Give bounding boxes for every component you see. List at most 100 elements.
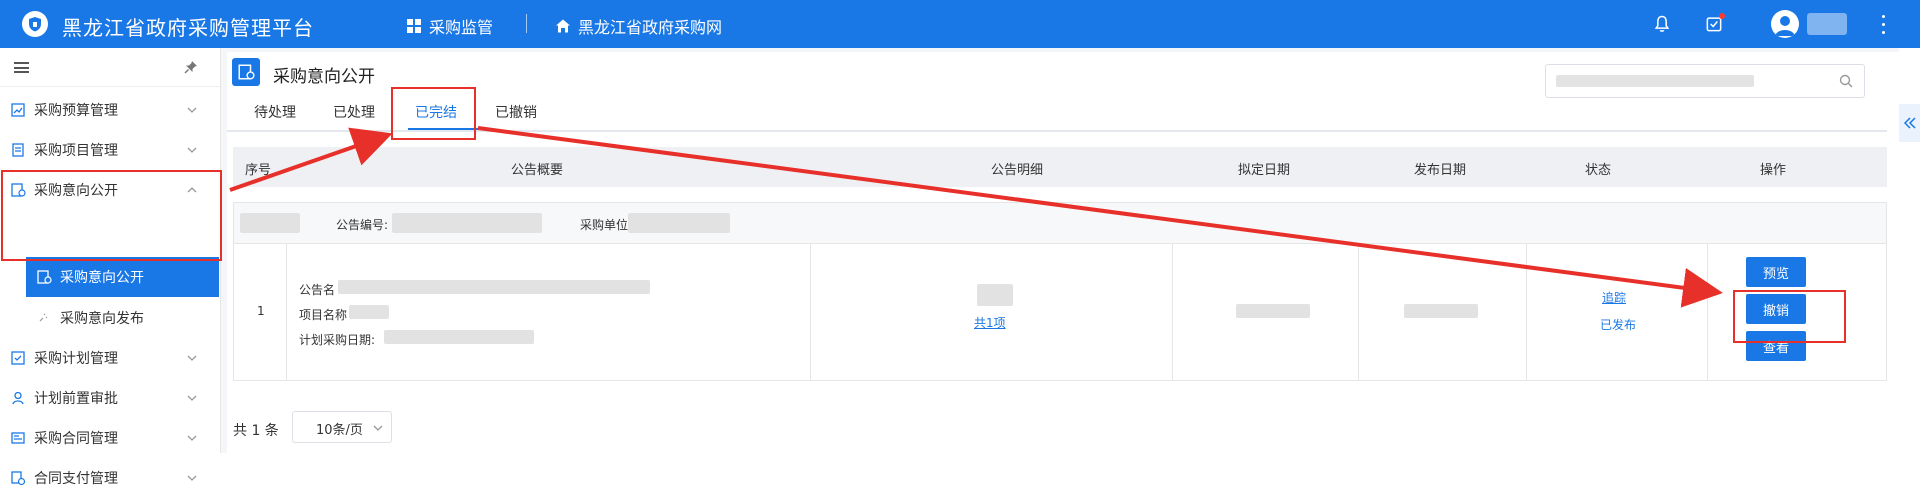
contract-icon	[11, 432, 25, 444]
sidebar-subitem-label: 采购意向发布	[60, 311, 144, 327]
search-icon[interactable]	[1838, 73, 1854, 89]
tab-revoked[interactable]: 已撤销	[495, 102, 537, 122]
sidebar-subitem-intention-publish[interactable]: 采购意向发布	[26, 298, 219, 338]
sidebar-item-budget[interactable]: 采购预算管理	[0, 90, 220, 130]
status-tabs: 待处理 已处理 已完结 已撤销	[227, 92, 1887, 132]
sidebar-item-plan[interactable]: 采购计划管理	[0, 338, 220, 378]
nav-website-label: 黑龙江省政府采购网	[578, 18, 723, 37]
pin-icon[interactable]	[184, 60, 198, 74]
redacted-text	[240, 213, 300, 233]
notice-name-label: 公告名	[299, 283, 336, 297]
notice-icon	[37, 270, 52, 284]
user-icon	[12, 391, 24, 405]
sidebar-item-payment[interactable]: 合同支付管理	[0, 458, 220, 498]
nav-supervision[interactable]: 采购监管	[406, 14, 493, 38]
payment-icon	[11, 471, 26, 486]
redacted-text	[384, 330, 534, 344]
preview-button[interactable]: 预览	[1746, 257, 1806, 287]
row-group-header: 公告编号: 采购单位	[234, 203, 1886, 244]
sidebar-item-contract[interactable]: 采购合同管理	[0, 418, 220, 458]
plan-date-label: 计划采购日期:	[299, 333, 376, 347]
notification-dot	[1719, 13, 1725, 19]
project-name-label: 项目名称	[299, 308, 348, 322]
sidebar-subitem-intention-public[interactable]: 采购意向公开	[26, 257, 219, 297]
track-link[interactable]: 追踪	[1602, 289, 1626, 306]
column-header: 公告明细	[991, 163, 1044, 178]
chevron-down-icon	[373, 425, 383, 431]
column-divider	[810, 244, 811, 380]
sidebar-header	[0, 48, 220, 87]
table-header: 序号 公告概要 公告明细 拟定日期 发布日期 状态 操作	[233, 147, 1887, 187]
status-badge: 已发布	[1600, 318, 1637, 332]
redacted-text	[349, 305, 389, 319]
annotation-box-revoke	[1733, 290, 1846, 343]
chevron-down-icon	[187, 395, 197, 401]
redacted-text	[392, 213, 542, 233]
sidebar-item-label: 采购项目管理	[34, 143, 118, 159]
row-index: 1	[257, 304, 265, 318]
sidebar-subitem-label: 采购意向公开	[60, 270, 144, 286]
redacted-text	[338, 280, 650, 294]
chart-icon	[11, 103, 25, 117]
document-icon	[12, 143, 24, 157]
app-title: 黑龙江省政府采购管理平台	[62, 16, 314, 40]
checklist-icon	[11, 351, 25, 365]
redacted-date	[1404, 304, 1478, 318]
chevron-down-icon	[187, 475, 197, 481]
chevron-down-icon	[187, 107, 197, 113]
more-vertical-icon[interactable]	[1879, 12, 1887, 36]
redacted-text	[628, 213, 730, 233]
purchasing-unit-label: 采购单位	[580, 218, 629, 232]
chevron-down-icon	[187, 435, 197, 441]
page-size-select[interactable]: 10条/页	[292, 411, 392, 443]
sidebar-item-project[interactable]: 采购项目管理	[0, 130, 220, 170]
top-bar: 黑龙江省政府采购管理平台 采购监管 黑龙江省政府采购网	[0, 0, 1920, 48]
column-header: 状态	[1585, 163, 1612, 178]
logo-icon	[22, 11, 48, 37]
column-divider	[286, 244, 287, 380]
detail-link[interactable]: 共1项	[974, 314, 1006, 331]
redacted-date	[1236, 304, 1310, 318]
tab-processed[interactable]: 已处理	[333, 102, 375, 122]
annotation-box-tab	[391, 87, 476, 140]
column-divider	[1526, 244, 1527, 380]
page-notice-icon	[232, 58, 260, 86]
column-divider	[1707, 244, 1708, 380]
sidebar-item-label: 采购计划管理	[34, 351, 118, 367]
content-card: 采购意向公开 待处理 已处理 已完结 已撤销 序号 公告概要 公告明细 拟定日期…	[227, 52, 1899, 453]
sidebar-item-label: 采购合同管理	[34, 431, 118, 447]
avatar[interactable]	[1771, 10, 1799, 38]
chevron-down-icon	[187, 147, 197, 153]
redacted-text	[977, 284, 1013, 306]
sidebar-item-label: 合同支付管理	[34, 471, 118, 487]
page-size-value: 10条/页	[316, 423, 363, 438]
nav-supervision-label: 采购监管	[429, 18, 494, 37]
username-redacted	[1807, 13, 1847, 35]
column-header: 拟定日期	[1238, 163, 1291, 178]
grid-icon	[407, 19, 421, 33]
nav-divider	[526, 14, 527, 33]
tab-pending[interactable]: 待处理	[254, 102, 296, 122]
hamburger-icon[interactable]	[14, 62, 29, 73]
total-count: 共 1 条	[233, 423, 279, 439]
bell-icon[interactable]	[1650, 12, 1674, 36]
column-divider	[1172, 244, 1173, 380]
column-header: 发布日期	[1414, 163, 1467, 178]
page-title: 采购意向公开	[273, 67, 375, 87]
chevron-down-icon	[187, 355, 197, 361]
column-divider	[1358, 244, 1359, 380]
column-header: 操作	[1760, 163, 1787, 178]
task-check-icon[interactable]	[1702, 12, 1726, 36]
nav-website[interactable]: 黑龙江省政府采购网	[555, 14, 722, 38]
search-text-redacted	[1556, 75, 1754, 87]
column-header: 公告概要	[511, 163, 564, 178]
notice-number-label: 公告编号:	[336, 218, 389, 232]
table-row-group: 公告编号: 采购单位 1 公告名 项目名称 计划采购日期: 共1项 追踪 已发布…	[233, 202, 1887, 381]
sparkle-icon	[39, 313, 48, 322]
table-row: 1 公告名 项目名称 计划采购日期: 共1项 追踪 已发布 预览 撤销 查看	[234, 244, 1886, 380]
sidebar-item-label: 采购预算管理	[34, 103, 118, 119]
collapse-panel-button[interactable]	[1899, 104, 1920, 142]
sidebar-item-label: 计划前置审批	[34, 391, 118, 407]
column-header: 序号	[245, 163, 272, 178]
sidebar-item-approval[interactable]: 计划前置审批	[0, 378, 220, 418]
